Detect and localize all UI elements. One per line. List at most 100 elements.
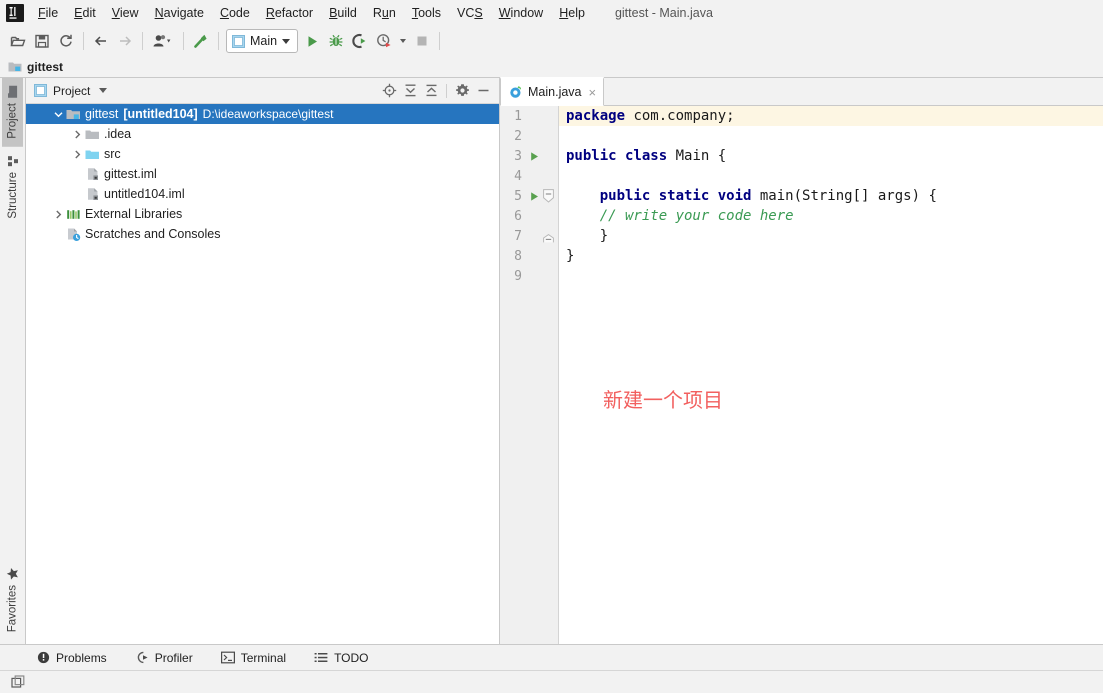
sidebar-item-structure[interactable]: Structure [3, 147, 23, 227]
bottom-item-terminal[interactable]: Terminal [218, 649, 289, 667]
build-hammer-icon[interactable] [189, 29, 213, 53]
editor-area: Main.java × 1 2 3 4 5 6 7 8 9 package co… [500, 77, 1103, 644]
code-text-area[interactable]: package com.company; public class Main {… [559, 106, 1103, 644]
tree-row-scratches-and-consoles[interactable]: Scratches and Consoles [26, 224, 499, 244]
tree-label-untitled104-iml: untitled104.iml [104, 187, 185, 201]
chevron-collapsed-icon[interactable] [71, 148, 84, 161]
fold-start-icon[interactable] [543, 188, 554, 203]
hide-minimize-icon[interactable] [473, 81, 493, 101]
code-line-6: // write your code here [559, 206, 1103, 226]
breadcrumb-project[interactable]: gittest [27, 60, 63, 74]
bottom-label: TODO [334, 650, 369, 665]
token-keyword: package [566, 108, 626, 124]
line-number: 8 [514, 248, 522, 264]
project-tool-window: Project gittest [untitled104] D:\ideawor… [26, 78, 500, 644]
bottom-tool-bar: Problems Profiler Terminal TODO [0, 644, 1103, 670]
menu-window[interactable]: Window [491, 3, 551, 23]
main-toolbar: Main [0, 26, 1103, 56]
tree-row-idea[interactable]: .idea [26, 124, 499, 144]
menu-vcs[interactable]: VCS [449, 3, 491, 23]
token-plain: } [566, 248, 575, 264]
debug-bug-icon[interactable] [324, 29, 348, 53]
profile-clock-icon[interactable] [372, 29, 396, 53]
stop-icon[interactable] [410, 29, 434, 53]
menu-view[interactable]: View [104, 3, 147, 23]
line-number: 4 [514, 168, 522, 184]
tree-label-gittest-iml: gittest.iml [104, 167, 157, 181]
menu-refactor[interactable]: Refactor [258, 3, 321, 23]
run-configuration-selector[interactable]: Main [226, 29, 299, 53]
folder-grey-icon [84, 128, 101, 141]
tree-label-external-libraries: External Libraries [85, 207, 183, 221]
stripe-label-structure: Structure [6, 171, 19, 219]
save-all-icon[interactable] [30, 29, 54, 53]
line-number: 1 [514, 108, 522, 124]
chevron-expanded-icon[interactable] [52, 108, 65, 121]
sync-refresh-icon[interactable] [54, 29, 78, 53]
tree-row-external-libraries[interactable]: External Libraries [26, 204, 499, 224]
collapse-all-icon[interactable] [421, 81, 441, 101]
expand-all-icon[interactable] [400, 81, 420, 101]
profile-dropdown-icon[interactable] [148, 29, 178, 53]
token-keyword: public class [566, 148, 668, 164]
tree-module-path: D:\ideaworkspace\gittest [202, 107, 334, 121]
run-icon[interactable] [300, 29, 324, 53]
tree-label-gittest: gittest [85, 107, 119, 121]
tree-row-gittest-iml[interactable]: gittest.iml [26, 164, 499, 184]
menu-tools[interactable]: Tools [404, 3, 449, 23]
toolbar-separator [142, 32, 143, 50]
project-tree[interactable]: gittest [untitled104] D:\ideaworkspace\g… [26, 104, 499, 644]
editor-gutter[interactable]: 1 2 3 4 5 6 7 8 9 [500, 106, 559, 644]
intellij-idea-logo-icon [6, 4, 24, 22]
code-line-5: public static void main(String[] args) { [559, 186, 1103, 206]
layout-toggle-icon[interactable] [10, 674, 26, 690]
sidebar-item-favorites[interactable]: Favorites [2, 559, 23, 640]
run-config-icon [232, 34, 245, 48]
tab-main-java[interactable]: Main.java × [500, 77, 605, 106]
gutter-line: 4 [500, 166, 558, 186]
run-coverage-icon[interactable] [348, 29, 372, 53]
chevron-collapsed-icon[interactable] [71, 128, 84, 141]
stripe-label-project: Project [6, 103, 19, 139]
settings-gear-icon[interactable] [452, 81, 472, 101]
code-line-8: } [559, 246, 1103, 266]
scroll-to-source-icon[interactable] [379, 81, 399, 101]
tree-label-src: src [104, 147, 121, 161]
sidebar-item-project[interactable]: Project [2, 78, 23, 147]
bottom-item-profiler[interactable]: Profiler [132, 649, 196, 667]
fold-end-icon[interactable] [543, 232, 554, 245]
menu-code[interactable]: Code [212, 3, 258, 23]
project-folder-icon [7, 86, 19, 99]
menu-file[interactable]: File [30, 3, 66, 23]
menu-navigate[interactable]: Navigate [147, 3, 212, 23]
bottom-item-problems[interactable]: Problems [34, 649, 110, 667]
menu-edit[interactable]: Edit [66, 3, 104, 23]
back-arrow-icon[interactable] [89, 29, 113, 53]
tree-row-gittest[interactable]: gittest [untitled104] D:\ideaworkspace\g… [26, 104, 499, 124]
navigation-bar: gittest [0, 56, 1103, 78]
chevron-down-icon[interactable] [99, 88, 108, 93]
iml-file-icon [84, 167, 101, 181]
tree-row-untitled104-iml[interactable]: untitled104.iml [26, 184, 499, 204]
menu-help[interactable]: Help [551, 3, 593, 23]
ide-window: File Edit View Navigate Code Refactor Bu… [0, 0, 1103, 693]
bottom-item-todo[interactable]: TODO [311, 649, 371, 667]
profile-dropdown-caret[interactable] [396, 29, 410, 53]
close-icon[interactable]: × [589, 86, 597, 99]
menu-build[interactable]: Build [321, 3, 365, 23]
tree-row-src[interactable]: src [26, 144, 499, 164]
module-folder-icon [8, 60, 22, 73]
token-plain: Main { [667, 148, 727, 164]
toolbar-separator [439, 32, 441, 50]
line-number: 5 [514, 188, 522, 204]
run-gutter-icon[interactable] [526, 191, 542, 202]
forward-arrow-icon[interactable] [113, 29, 137, 53]
open-folder-icon[interactable] [6, 29, 30, 53]
code-line-1: package com.company; [559, 106, 1103, 126]
menu-run[interactable]: Run [365, 3, 404, 23]
run-gutter-icon[interactable] [526, 151, 542, 162]
gutter-line: 3 [500, 146, 558, 166]
workspace: Project Structure Favorites Project gitt… [0, 77, 1103, 644]
chevron-collapsed-icon[interactable] [52, 208, 65, 221]
